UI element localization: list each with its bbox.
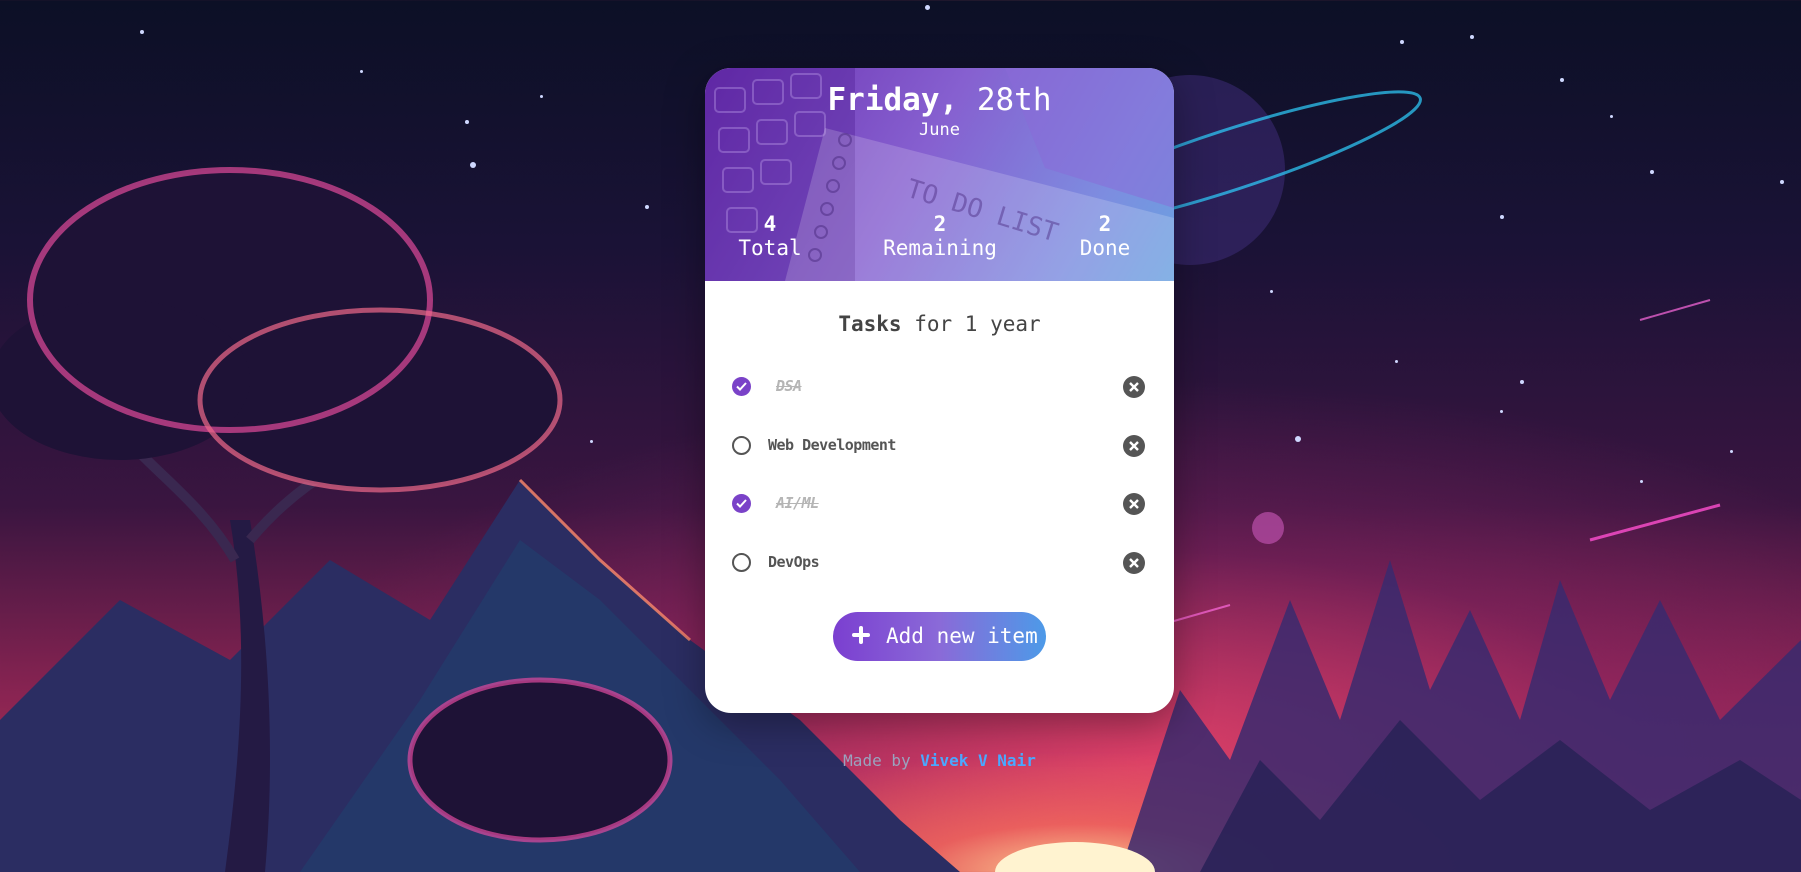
list-title: Tasks for 1 year (705, 312, 1174, 336)
footer-prefix: Made by (843, 751, 921, 770)
task-label: DevOps (768, 553, 820, 571)
list-title-rest: for 1 year (901, 312, 1041, 336)
add-new-item-button[interactable]: Add new item (833, 612, 1046, 661)
stat-total-value: 4 (763, 212, 777, 236)
stat-remaining-label: Remaining (883, 236, 997, 260)
task-label: Web Development (768, 436, 896, 454)
stat-done-label: Done (1079, 236, 1131, 260)
task-label: DSA (776, 377, 802, 395)
card-header: TO DO LIST Friday, 28th June 4 Total 2 R… (705, 68, 1174, 281)
plus-icon (851, 625, 871, 645)
task-checkbox[interactable] (732, 494, 751, 513)
task-checkbox[interactable] (732, 436, 751, 455)
close-icon (1129, 499, 1139, 509)
stat-done: 2 Done (1055, 213, 1155, 261)
task-label: AI/ML (776, 494, 819, 512)
task-item: DSA (705, 368, 1174, 408)
delete-task-button[interactable] (1123, 493, 1145, 515)
delete-task-button[interactable] (1123, 435, 1145, 457)
date-heading: Friday, 28th (705, 82, 1174, 118)
task-item: Web Development (705, 427, 1174, 467)
stat-remaining: 2 Remaining (860, 213, 1020, 261)
close-icon (1129, 382, 1139, 392)
close-icon (1129, 558, 1139, 568)
add-new-item-label: Add new item (886, 624, 1038, 648)
list-title-bold: Tasks (838, 312, 902, 336)
delete-task-button[interactable] (1123, 552, 1145, 574)
delete-task-button[interactable] (1123, 376, 1145, 398)
footer-credit: Made by Vivek V Nair (0, 751, 1801, 770)
task-item: AI/ML (705, 485, 1174, 525)
day: 28th (976, 82, 1052, 118)
check-icon (736, 499, 747, 508)
task-item: DevOps (705, 544, 1174, 584)
weekday: Friday, (827, 82, 959, 118)
stat-done-value: 2 (1098, 212, 1112, 236)
author-link[interactable]: Vivek V Nair (920, 751, 1036, 770)
stat-remaining-value: 2 (933, 212, 947, 236)
close-icon (1129, 441, 1139, 451)
stat-total: 4 Total (705, 213, 835, 261)
task-checkbox[interactable] (732, 377, 751, 396)
todo-card: TO DO LIST Friday, 28th June 4 Total 2 R… (705, 68, 1174, 713)
stat-total-label: Total (738, 236, 802, 260)
task-checkbox[interactable] (732, 553, 751, 572)
check-icon (736, 382, 747, 391)
month: June (919, 120, 960, 140)
